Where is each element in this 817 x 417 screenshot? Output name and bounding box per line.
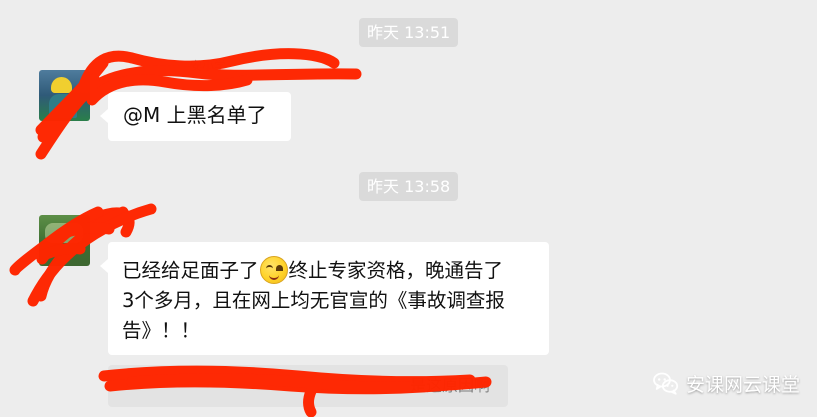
chat-screen: 昨天 13:51 安小学 @M 上黑名单了 昨天 13:58 已经给足面子了 终止…	[0, 0, 817, 417]
message-bubble[interactable]: 已经给足面子了 终止专家资格，晚通告了 3个多月，且在网上均无官宣的《事故调查报 …	[100, 242, 549, 355]
avatar[interactable]	[39, 215, 90, 266]
smile-emoji-icon	[259, 256, 288, 284]
message-line: 告》！！	[122, 319, 201, 342]
message-text: 终止专家资格，晚通告了	[288, 259, 504, 282]
message-line: 3个多月，且在网上均无官宣的《事故调查报	[122, 289, 505, 312]
timestamp: 昨天 13:58	[359, 172, 459, 201]
message-line: 已经给足面子了 终止专家资格，晚通告了	[122, 256, 534, 286]
watermark: 安课网云课堂	[652, 366, 800, 400]
timestamp: 昨天 13:51	[359, 18, 459, 47]
watermark-text: 安课网云课堂	[686, 373, 801, 396]
wechat-icon	[653, 372, 679, 395]
message-bubble[interactable]: @M 上黑名单了	[100, 92, 291, 141]
sender-name: 安小学	[190, 59, 227, 73]
avatar[interactable]	[39, 70, 90, 121]
reply-preview[interactable]: 是这原因啊	[108, 365, 508, 407]
message-text: 已经给足面子了	[122, 259, 259, 282]
